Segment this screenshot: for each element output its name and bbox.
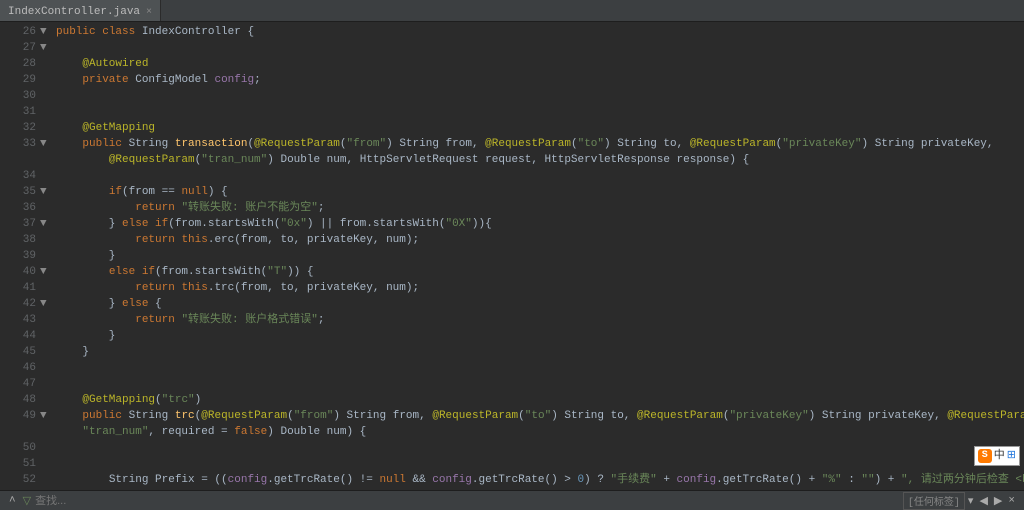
ime-grid-icon: ⊞ [1007, 448, 1016, 464]
prev-match-icon[interactable]: ◀ [976, 494, 990, 508]
ime-indicator[interactable]: S 中 ⊞ [974, 446, 1020, 466]
tag-selector[interactable]: [任何标签] [903, 492, 965, 510]
tag-dropdown-icon[interactable]: ▾ [965, 494, 977, 508]
file-tab[interactable]: IndexController.java × [0, 0, 161, 21]
close-icon[interactable]: × [146, 7, 152, 18]
sogou-icon: S [978, 449, 992, 463]
ime-mode: 中 [994, 448, 1005, 464]
search-bar: ˄ ▽ [任何标签] ▾ ◀ ▶ × [0, 490, 1024, 510]
editor[interactable]: 2627282930313233343536373839404142434445… [0, 22, 1024, 490]
tab-bar: IndexController.java × [0, 0, 1024, 22]
filter-icon[interactable]: ▽ [19, 494, 35, 508]
tab-title: IndexController.java [8, 6, 140, 18]
line-number-gutter: 2627282930313233343536373839404142434445… [0, 22, 40, 490]
fold-gutter[interactable]: ▼▼ ▼ ▼ ▼ ▼ ▼ ▼ ▼ [40, 22, 52, 490]
next-match-icon[interactable]: ▶ [991, 494, 1005, 508]
code-area[interactable]: public class IndexController { @Autowire… [52, 22, 1024, 490]
search-input[interactable] [35, 495, 235, 507]
collapse-search-icon[interactable]: ˄ [6, 495, 19, 507]
close-search-icon[interactable]: × [1005, 495, 1018, 507]
